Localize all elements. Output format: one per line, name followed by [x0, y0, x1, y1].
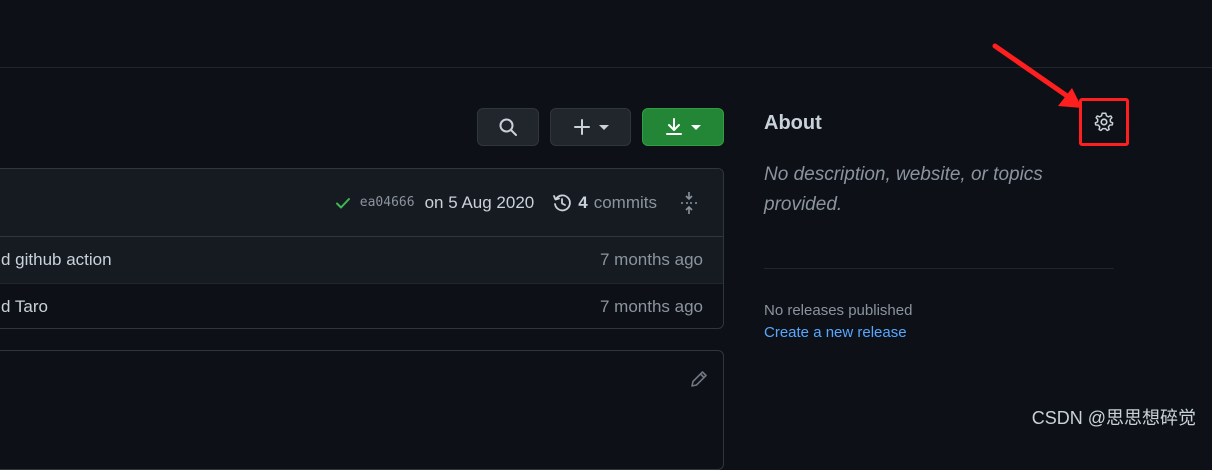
code-download-button[interactable] [642, 108, 724, 146]
chevron-down-icon [691, 124, 701, 130]
check-icon [335, 197, 350, 208]
about-settings-button[interactable] [1079, 98, 1129, 146]
commits-history-link[interactable]: 4 commits [552, 193, 657, 213]
sidebar-divider [764, 268, 1114, 269]
plus-icon [573, 119, 590, 135]
about-heading: About [764, 112, 822, 134]
table-row[interactable]: d github action 7 months ago [0, 237, 723, 284]
gear-icon [1094, 112, 1114, 132]
commit-age: 7 months ago [599, 297, 703, 316]
releases-status: No releases published [764, 302, 913, 319]
commit-meta: ea04666 on 5 Aug 2020 4 commits [334, 169, 699, 236]
commit-message[interactable]: d github action [1, 237, 112, 283]
search-icon [499, 118, 517, 136]
commits-label: commits [593, 192, 657, 212]
table-row[interactable]: d Taro 7 months ago [0, 284, 723, 328]
chevron-down-icon [598, 124, 609, 130]
commit-age: 7 months ago [599, 250, 703, 269]
top-header-bar [0, 0, 1212, 68]
about-description: No description, website, or topics provi… [764, 164, 1043, 215]
add-file-button[interactable] [550, 108, 631, 146]
search-button[interactable] [477, 108, 539, 146]
create-release-link[interactable]: Create a new release [764, 324, 907, 341]
commit-count: 4 [578, 192, 588, 212]
history-icon [553, 194, 572, 211]
pencil-icon[interactable] [689, 369, 709, 389]
commit-sha-link[interactable]: ea04666 [360, 195, 415, 210]
commit-message[interactable]: d Taro [1, 284, 48, 328]
file-browser-box: ea04666 on 5 Aug 2020 4 commits d github… [0, 168, 724, 329]
watermark: CSDN @思思想碎觉 [1031, 408, 1196, 428]
commit-date: on 5 Aug 2020 [424, 192, 535, 212]
latest-commit-header: ea04666 on 5 Aug 2020 4 commits [0, 169, 723, 237]
download-icon [666, 118, 682, 135]
collapse-icon[interactable] [679, 191, 699, 215]
readme-box [0, 350, 724, 470]
